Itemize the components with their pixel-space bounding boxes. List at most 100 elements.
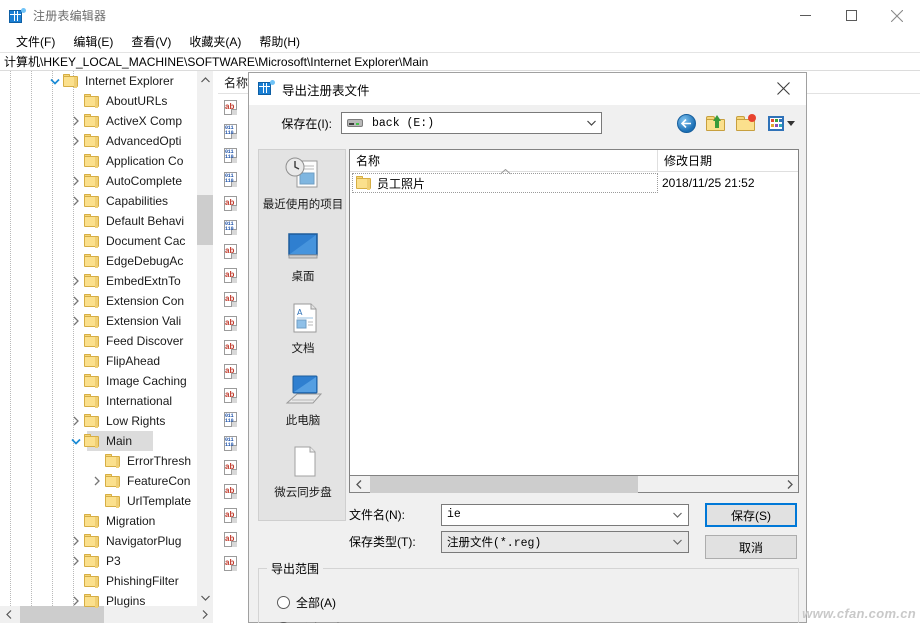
up-folder-button[interactable] xyxy=(704,111,728,135)
value-row[interactable]: 011 110 xyxy=(218,432,245,456)
tree-item[interactable]: PhishingFilter xyxy=(0,571,195,591)
tree-item[interactable]: International xyxy=(0,391,195,411)
value-row[interactable]: ab xyxy=(218,336,245,360)
chevron-right-icon[interactable] xyxy=(68,551,84,571)
tree-scroll-right-arrow[interactable] xyxy=(196,606,213,623)
tree-item[interactable]: Internet Explorer xyxy=(0,71,195,91)
chevron-right-icon[interactable] xyxy=(68,591,84,611)
value-row[interactable]: 011 110 xyxy=(218,408,245,432)
tree-item[interactable]: Capabilities xyxy=(0,191,195,211)
menu-file[interactable]: 文件(F) xyxy=(7,31,64,53)
tree-item[interactable]: FeatureCon xyxy=(0,471,195,491)
tree-hscroll-thumb[interactable] xyxy=(20,606,104,623)
menu-edit[interactable]: 编辑(E) xyxy=(64,31,122,53)
value-row[interactable]: ab xyxy=(218,384,245,408)
tree-item[interactable]: Document Cac xyxy=(0,231,195,251)
file-rows[interactable]: 员工照片 2018/11/25 21:52 xyxy=(350,172,798,194)
file-browser-list[interactable]: 名称 修改日期 员工照片 2018/11/25 21:52 xyxy=(349,149,799,476)
minimize-button[interactable] xyxy=(782,0,828,31)
chevron-right-icon[interactable] xyxy=(68,111,84,131)
cancel-button[interactable]: 取消 xyxy=(705,535,797,559)
chevron-right-icon[interactable] xyxy=(68,311,84,331)
tree-item[interactable]: Feed Discover xyxy=(0,331,195,351)
place-item[interactable]: 最近使用的项目 xyxy=(259,150,347,222)
file-list-horizontal-scrollbar[interactable] xyxy=(349,476,799,493)
value-row[interactable]: ab xyxy=(218,552,245,576)
tree-scroll-left-arrow[interactable] xyxy=(0,606,17,623)
file-scroll-left-arrow[interactable] xyxy=(350,476,367,493)
chevron-down-icon[interactable] xyxy=(581,113,601,133)
tree-item[interactable]: Main xyxy=(0,431,195,451)
tree-scroll-down-arrow[interactable] xyxy=(197,589,213,606)
chevron-down-icon[interactable] xyxy=(47,71,63,91)
value-row[interactable]: ab xyxy=(218,96,245,120)
address-bar[interactable]: 计算机\HKEY_LOCAL_MACHINE\SOFTWARE\Microsof… xyxy=(0,52,920,71)
chevron-right-icon[interactable] xyxy=(68,291,84,311)
tree-item[interactable]: FlipAhead xyxy=(0,351,195,371)
close-button[interactable] xyxy=(874,0,920,31)
value-row[interactable]: ab xyxy=(218,240,245,264)
file-hscroll-thumb[interactable] xyxy=(370,476,638,493)
chevron-right-icon[interactable] xyxy=(68,271,84,291)
tree-item[interactable]: Extension Con xyxy=(0,291,195,311)
value-row[interactable]: ab xyxy=(218,264,245,288)
chevron-down-icon[interactable] xyxy=(667,505,687,525)
tree-item[interactable]: AboutURLs xyxy=(0,91,195,111)
tree-scroll-thumb[interactable] xyxy=(197,195,213,245)
tree-item[interactable]: AdvancedOpti xyxy=(0,131,195,151)
registry-tree[interactable]: Internet Explorer AboutURLs ActiveX Comp Ad… xyxy=(0,71,195,611)
value-row[interactable]: ab xyxy=(218,192,245,216)
place-item[interactable]: 此电脑 xyxy=(259,366,347,438)
tree-item[interactable]: ErrorThresh xyxy=(0,451,195,471)
chevron-right-icon[interactable] xyxy=(89,471,105,491)
places-bar[interactable]: 最近使用的项目 桌面 A 文档 此电脑 微云同步盘 xyxy=(258,149,346,521)
value-row[interactable]: ab xyxy=(218,480,245,504)
file-row[interactable]: 员工照片 2018/11/25 21:52 xyxy=(350,172,798,194)
value-row[interactable]: ab xyxy=(218,456,245,480)
tree-item[interactable]: ActiveX Comp xyxy=(0,111,195,131)
value-row[interactable]: ab xyxy=(218,528,245,552)
tree-item[interactable]: Application Co xyxy=(0,151,195,171)
back-button[interactable] xyxy=(674,111,698,135)
tree-item[interactable]: EdgeDebugAc xyxy=(0,251,195,271)
save-button[interactable]: 保存(S) xyxy=(705,503,797,527)
views-button[interactable] xyxy=(764,111,798,135)
value-row[interactable]: ab xyxy=(218,312,245,336)
value-row[interactable]: ab xyxy=(218,360,245,384)
value-row[interactable]: ab xyxy=(218,504,245,528)
place-item[interactable]: A 文档 xyxy=(259,294,347,366)
tree-item[interactable]: Default Behavi xyxy=(0,211,195,231)
chevron-right-icon[interactable] xyxy=(68,191,84,211)
tree-item[interactable]: Low Rights xyxy=(0,411,195,431)
menu-favorites[interactable]: 收藏夹(A) xyxy=(180,31,250,53)
chevron-right-icon[interactable] xyxy=(68,411,84,431)
file-type-select[interactable]: 注册文件(*.reg) xyxy=(441,530,689,553)
tree-scroll-up-arrow[interactable] xyxy=(197,71,213,88)
file-name-input[interactable]: ie xyxy=(441,503,689,526)
value-row[interactable]: 011 110 xyxy=(218,144,245,168)
tree-item[interactable]: Extension Vali xyxy=(0,311,195,331)
dialog-close-button[interactable] xyxy=(761,73,806,104)
tree-vertical-scrollbar[interactable] xyxy=(196,71,213,606)
maximize-button[interactable] xyxy=(828,0,874,31)
new-folder-button[interactable] xyxy=(734,111,758,135)
value-row[interactable]: 011 110 xyxy=(218,168,245,192)
chevron-right-icon[interactable] xyxy=(68,171,84,191)
chevron-right-icon[interactable] xyxy=(68,531,84,551)
chevron-down-icon[interactable] xyxy=(786,120,795,126)
place-item[interactable]: 微云同步盘 xyxy=(259,438,347,510)
tree-item[interactable]: EmbedExtnTo xyxy=(0,271,195,291)
tree-item[interactable]: Migration xyxy=(0,511,195,531)
save-in-combo[interactable]: back (E:) xyxy=(341,112,602,134)
value-row[interactable]: 011 110 xyxy=(218,216,245,240)
chevron-down-icon[interactable] xyxy=(667,532,687,552)
menu-help[interactable]: 帮助(H) xyxy=(250,31,309,53)
tree-item[interactable]: NavigatorPlug xyxy=(0,531,195,551)
file-scroll-right-arrow[interactable] xyxy=(781,476,798,493)
tree-item[interactable]: AutoComplete xyxy=(0,171,195,191)
tree-item[interactable]: Image Caching xyxy=(0,371,195,391)
tree-item[interactable]: UrlTemplate xyxy=(0,491,195,511)
place-item[interactable]: 桌面 xyxy=(259,222,347,294)
value-row[interactable]: 011 110 xyxy=(218,120,245,144)
chevron-right-icon[interactable] xyxy=(68,131,84,151)
